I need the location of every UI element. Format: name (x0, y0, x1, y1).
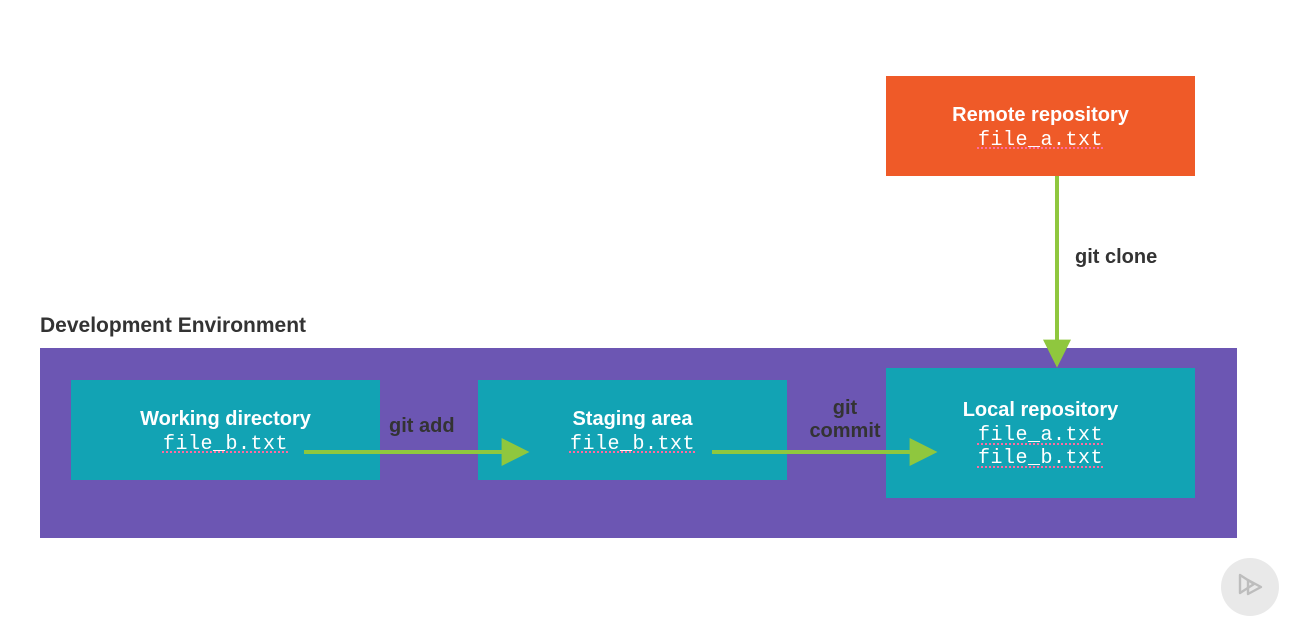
staging-file: file_b.txt (570, 433, 695, 456)
dev-env-label: Development Environment (40, 314, 306, 338)
remote-repository-box: Remote repository file_a.txt (886, 76, 1195, 176)
local-repository-box: Local repository file_a.txt file_b.txt (886, 368, 1195, 498)
remote-repo-file: file_a.txt (978, 129, 1103, 152)
staging-area-box: Staging area file_b.txt (478, 380, 787, 480)
staging-title: Staging area (572, 405, 692, 433)
git-add-label: git add (389, 415, 455, 438)
working-dir-file: file_b.txt (163, 433, 288, 456)
working-directory-box: Working directory file_b.txt (71, 380, 380, 480)
local-repo-file-1: file_b.txt (978, 447, 1103, 470)
diagram-canvas: Remote repository file_a.txt git clone D… (0, 0, 1289, 626)
play-icon[interactable] (1221, 558, 1279, 616)
git-commit-l2: commit (809, 420, 880, 442)
remote-repo-title: Remote repository (952, 101, 1129, 129)
git-commit-label: git commit (805, 397, 885, 443)
git-clone-label: git clone (1075, 246, 1157, 269)
working-dir-title: Working directory (140, 405, 311, 433)
local-repo-title: Local repository (963, 396, 1119, 424)
git-commit-l1: git (833, 397, 857, 419)
local-repo-file-0: file_a.txt (978, 424, 1103, 447)
